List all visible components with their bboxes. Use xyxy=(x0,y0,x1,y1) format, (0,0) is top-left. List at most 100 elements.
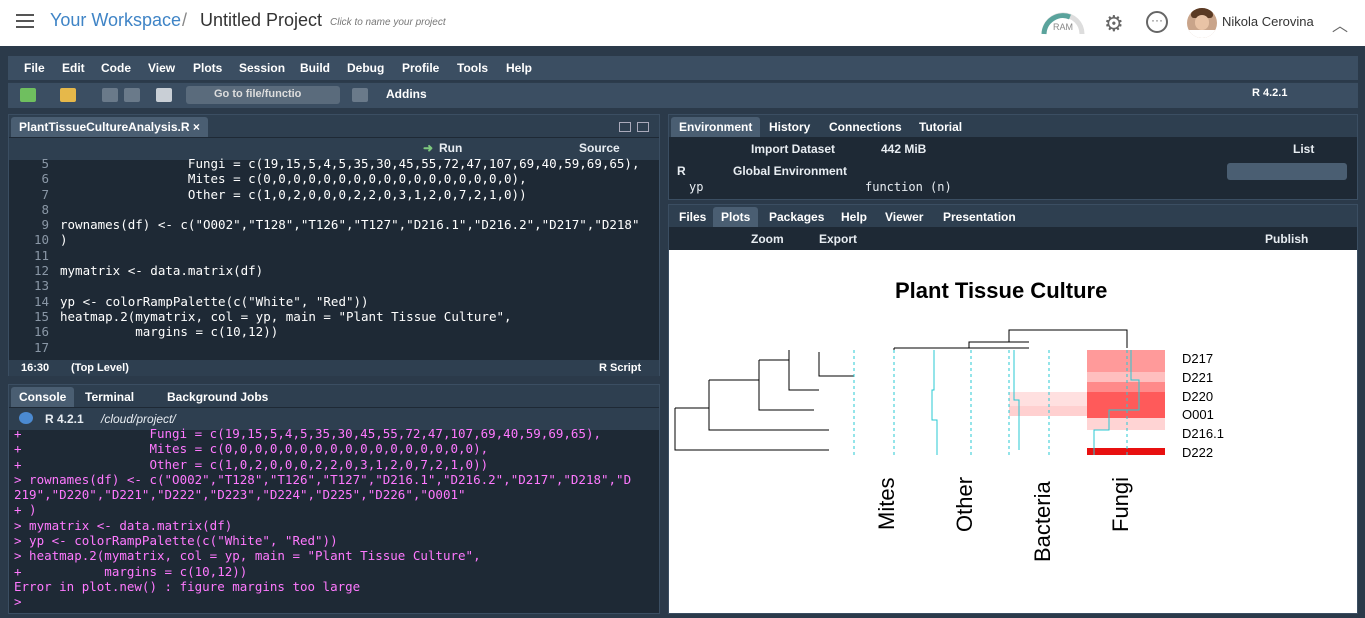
col-label: Fungi xyxy=(1108,476,1133,532)
menu-file[interactable]: File xyxy=(24,61,45,75)
code-line[interactable]: margins = c(10,12)) xyxy=(60,324,640,339)
gear-icon[interactable]: ⚙ xyxy=(1104,11,1124,37)
scope-selector[interactable]: (Top Level) xyxy=(71,362,129,374)
save-all-icon[interactable] xyxy=(124,88,140,102)
tab-viewer[interactable]: Viewer xyxy=(877,207,931,227)
tab-tutorial[interactable]: Tutorial xyxy=(911,117,970,137)
run-icon[interactable]: ➜ xyxy=(423,141,433,155)
list-view-button[interactable]: List xyxy=(1293,142,1314,156)
tab-files[interactable]: Files xyxy=(671,207,714,227)
publish-button[interactable]: Publish xyxy=(1265,232,1308,246)
file-type-selector[interactable]: R Script xyxy=(599,362,641,374)
menu-edit[interactable]: Edit xyxy=(62,61,85,75)
menu-debug[interactable]: Debug xyxy=(347,61,384,75)
tab-editor-file[interactable]: PlantTissueCultureAnalysis.R × xyxy=(11,117,208,137)
hamburger-menu-icon[interactable] xyxy=(16,14,34,30)
more-options-icon[interactable]: ··· xyxy=(1146,11,1168,33)
memory-usage[interactable]: 442 MiB xyxy=(881,142,926,156)
menu-session[interactable]: Session xyxy=(239,61,285,75)
col-dendrogram xyxy=(893,329,1128,350)
line-numbers: 5 6 7 8 9 10 11 12 13 14 15 16 17 xyxy=(9,156,49,355)
print-icon[interactable] xyxy=(156,88,172,102)
row-dendrogram xyxy=(674,350,854,451)
tab-environment[interactable]: Environment xyxy=(671,117,761,137)
console-line: Error in plot.new() : figure margins too… xyxy=(14,578,361,594)
grid-layout-icon[interactable] xyxy=(352,88,368,102)
scope-dropdown[interactable]: Global Environment xyxy=(733,164,847,178)
tab-console[interactable]: Console xyxy=(11,387,75,407)
new-file-icon[interactable] xyxy=(20,88,36,102)
code-line[interactable]: mymatrix <- data.matrix(df) xyxy=(60,263,640,278)
line-number: 9 xyxy=(41,217,49,233)
export-button[interactable]: Export xyxy=(819,232,857,246)
code-line[interactable]: rownames(df) <- c("O002","T128","T126","… xyxy=(60,217,640,232)
code-line[interactable]: heatmap.2(mymatrix, col = yp, main = "Pl… xyxy=(60,309,640,324)
env-search-input[interactable] xyxy=(1227,163,1347,180)
menu-plots[interactable]: Plots xyxy=(193,61,222,75)
code-line[interactable]: ) xyxy=(60,232,640,247)
run-button[interactable]: Run xyxy=(439,141,462,155)
breadcrumb-separator: / xyxy=(182,10,188,30)
line-number: 10 xyxy=(33,232,49,248)
console-path[interactable]: /cloud/project/ xyxy=(101,412,176,426)
console-output[interactable]: + Fungi = c(19,15,5,4,5,35,30,45,55,72,4… xyxy=(14,426,644,611)
tab-help[interactable]: Help xyxy=(833,207,875,227)
code-line[interactable]: yp <- colorRampPalette(c("White", "Red")… xyxy=(60,294,640,309)
code-line[interactable] xyxy=(60,202,640,217)
language-selector[interactable]: R xyxy=(677,164,686,178)
code-line[interactable]: Mites = c(0,0,0,0,0,0,0,0,0,0,0,0,0,0,0,… xyxy=(60,171,640,186)
goto-file-input[interactable]: Go to file/functio xyxy=(186,86,340,104)
row-label: D220 xyxy=(1182,389,1214,404)
heatmap-graphic xyxy=(674,329,1165,455)
zoom-button[interactable]: Zoom xyxy=(751,232,784,246)
console-r-version: R 4.2.1 xyxy=(45,412,84,426)
top-bar: Your Workspace / Untitled Project Click … xyxy=(0,0,1365,46)
menu-view[interactable]: View xyxy=(148,61,175,75)
line-number: 13 xyxy=(33,278,49,294)
tab-terminal[interactable]: Terminal xyxy=(77,387,142,407)
menu-help[interactable]: Help xyxy=(506,61,532,75)
project-name-hint: Click to name your project xyxy=(330,17,446,28)
code-line[interactable] xyxy=(60,278,640,293)
minimize-icon[interactable] xyxy=(619,122,631,132)
tab-background-jobs[interactable]: Background Jobs xyxy=(159,387,276,407)
code-area[interactable]: Fungi = c(19,15,5,4,5,35,30,45,55,72,47,… xyxy=(60,156,640,346)
line-number: 8 xyxy=(41,201,49,217)
console-line: > yp <- colorRampPalette(c("White", "Red… xyxy=(14,533,338,549)
import-dataset-button[interactable]: Import Dataset xyxy=(751,142,835,156)
chevron-up-icon[interactable]: ︿ xyxy=(1332,12,1348,36)
row-label: D217 xyxy=(1182,351,1214,366)
tab-plots[interactable]: Plots xyxy=(713,207,759,227)
code-line[interactable]: Fungi = c(19,15,5,4,5,35,30,45,55,72,47,… xyxy=(60,156,640,171)
save-icon[interactable] xyxy=(102,88,118,102)
ram-label: RAM xyxy=(1053,22,1073,32)
avatar[interactable] xyxy=(1187,8,1217,38)
code-line[interactable] xyxy=(60,340,640,346)
project-name[interactable]: Untitled Project xyxy=(200,10,322,31)
r-version-button[interactable]: R 4.2.1 xyxy=(1252,87,1287,99)
editor-tabstrip: PlantTissueCultureAnalysis.R × xyxy=(9,115,659,137)
code-line[interactable]: Other = c(1,0,2,0,0,0,2,2,0,3,1,2,0,7,2,… xyxy=(60,187,640,202)
line-number: 16 xyxy=(33,324,49,340)
line-number: 12 xyxy=(33,263,49,279)
open-file-icon[interactable] xyxy=(60,88,76,102)
env-var-name[interactable]: yp xyxy=(689,180,703,195)
tab-packages[interactable]: Packages xyxy=(761,207,832,227)
source-button[interactable]: Source xyxy=(579,141,620,155)
addins-button[interactable]: Addins xyxy=(386,87,427,101)
tab-history[interactable]: History xyxy=(761,117,818,137)
line-number: 7 xyxy=(41,186,49,202)
tab-connections[interactable]: Connections xyxy=(821,117,910,137)
menu-code[interactable]: Code xyxy=(101,61,131,75)
console-line: > xyxy=(14,594,30,610)
tab-presentation[interactable]: Presentation xyxy=(935,207,1024,227)
code-line[interactable] xyxy=(60,248,640,263)
console-line: + Mites = c(0,0,0,0,0,0,0,0,0,0,0,0,0,0,… xyxy=(14,441,489,457)
menu-tools[interactable]: Tools xyxy=(457,61,488,75)
console-line: + margins = c(10,12)) xyxy=(14,563,248,579)
menu-build[interactable]: Build xyxy=(300,61,330,75)
menu-profile[interactable]: Profile xyxy=(402,61,439,75)
maximize-icon[interactable] xyxy=(637,122,649,132)
workspace-link[interactable]: Your Workspace xyxy=(50,10,181,31)
user-name[interactable]: Nikola Cerovina xyxy=(1222,14,1314,29)
